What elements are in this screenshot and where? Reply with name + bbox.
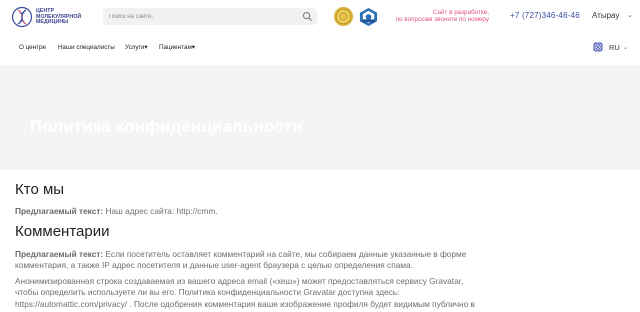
section-heading-who-we-are: Кто мы bbox=[15, 181, 65, 198]
development-notice-line-1: Сайт в разработке, bbox=[432, 9, 489, 16]
laboratory-emblem-icon bbox=[359, 7, 378, 27]
top-header: ЦЕНТР МОЛЕКУЛЯРНОЙ МЕДИЦИНЫ Сайт в разра… bbox=[0, 0, 640, 34]
logo-line-3: МЕДИЦИНЫ bbox=[36, 19, 69, 26]
nav-item-patients[interactable]: Пациентам▾ bbox=[159, 44, 195, 51]
suggested-text-label: Предлагаемый текст: bbox=[15, 249, 104, 259]
search-box bbox=[103, 8, 317, 25]
chevron-down-icon: ▾ bbox=[144, 44, 148, 51]
search-icon[interactable] bbox=[302, 11, 313, 22]
suggested-text-label: Предлагаемый текст: bbox=[15, 206, 104, 216]
phone-link[interactable]: +7 (727)346-46-46 bbox=[510, 11, 580, 20]
development-notice-line-2: по вопросам звоните по номеру bbox=[395, 16, 489, 24]
nav-item-label: Пациентам bbox=[159, 44, 192, 51]
nav-item-specialists[interactable]: Наши специалисты bbox=[58, 44, 115, 51]
nav-item-about[interactable]: О центре bbox=[19, 44, 46, 51]
instagram-icon[interactable] bbox=[593, 42, 603, 52]
paragraph-text: Анонимизированная строка создаваемая из … bbox=[15, 276, 475, 309]
nav-item-label: Наши специалисты bbox=[58, 44, 115, 51]
paragraph-text: Наш адрес сайта: http://cmm. bbox=[103, 206, 218, 216]
nav-item-services[interactable]: Услуги▾ bbox=[125, 44, 148, 51]
chevron-down-icon: ▾ bbox=[191, 44, 195, 51]
search-input[interactable] bbox=[109, 11, 289, 22]
paragraph-comments-2: Анонимизированная строка создаваемая из … bbox=[15, 276, 485, 310]
gold-award-badge-icon bbox=[333, 6, 354, 27]
dna-logo-icon bbox=[11, 6, 33, 28]
paragraph-who-we-are: Предлагаемый текст: Наш адрес сайта: htt… bbox=[15, 206, 485, 217]
logo-text: ЦЕНТР МОЛЕКУЛЯРНОЙ МЕДИЦИНЫ bbox=[36, 8, 81, 26]
chevron-down-icon[interactable]: ⌄ bbox=[623, 44, 628, 51]
section-heading-comments: Комментарии bbox=[15, 223, 110, 240]
language-selector[interactable]: RU bbox=[609, 43, 620, 52]
chevron-down-icon[interactable]: ⌄ bbox=[627, 11, 633, 19]
page-title: Политика конфиденциальности bbox=[30, 117, 303, 136]
paragraph-comments-1: Предлагаемый текст: Если посетитель оста… bbox=[15, 249, 485, 272]
nav-item-label: О центре bbox=[19, 44, 47, 51]
development-notice: Сайт в разработке, по вопросам звоните п… bbox=[388, 9, 489, 24]
site-logo[interactable]: ЦЕНТР МОЛЕКУЛЯРНОЙ МЕДИЦИНЫ bbox=[11, 6, 101, 28]
city-selector[interactable]: Атырау bbox=[592, 11, 619, 20]
nav-item-label: Услуги bbox=[125, 44, 145, 51]
